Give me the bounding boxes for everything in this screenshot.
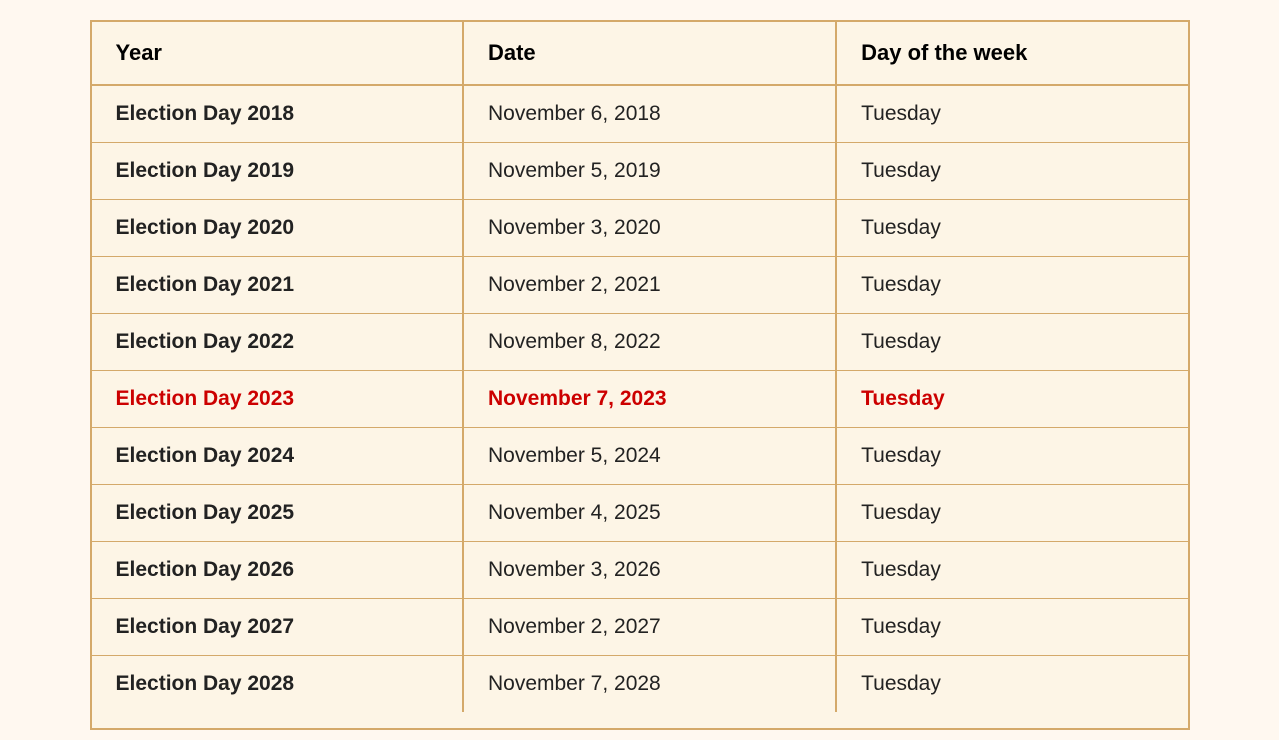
cell-year: Election Day 2019 (92, 143, 463, 200)
cell-date: November 2, 2021 (463, 257, 836, 314)
cell-day: Tuesday (836, 371, 1187, 428)
cell-day: Tuesday (836, 542, 1187, 599)
cell-year: Election Day 2023 (92, 371, 463, 428)
cell-year: Election Day 2024 (92, 428, 463, 485)
cell-day: Tuesday (836, 485, 1187, 542)
header-date: Date (463, 22, 836, 85)
cell-day: Tuesday (836, 314, 1187, 371)
header-day: Day of the week (836, 22, 1187, 85)
cell-year: Election Day 2021 (92, 257, 463, 314)
cell-year: Election Day 2025 (92, 485, 463, 542)
cell-date: November 7, 2023 (463, 371, 836, 428)
cell-day: Tuesday (836, 85, 1187, 143)
cell-year: Election Day 2028 (92, 656, 463, 713)
cell-date: November 6, 2018 (463, 85, 836, 143)
cell-year: Election Day 2027 (92, 599, 463, 656)
cell-day: Tuesday (836, 257, 1187, 314)
cell-date: November 2, 2027 (463, 599, 836, 656)
cell-day: Tuesday (836, 656, 1187, 713)
cell-year: Election Day 2026 (92, 542, 463, 599)
cell-date: November 5, 2024 (463, 428, 836, 485)
cell-day: Tuesday (836, 599, 1187, 656)
table-row: Election Day 2021November 2, 2021Tuesday (92, 257, 1188, 314)
cell-date: November 4, 2025 (463, 485, 836, 542)
cell-day: Tuesday (836, 200, 1187, 257)
election-table: Year Date Day of the week Election Day 2… (92, 22, 1188, 712)
table-row: Election Day 2026November 3, 2026Tuesday (92, 542, 1188, 599)
table-row: Election Day 2025November 4, 2025Tuesday (92, 485, 1188, 542)
table-row: Election Day 2023November 7, 2023Tuesday (92, 371, 1188, 428)
cell-year: Election Day 2022 (92, 314, 463, 371)
cell-date: November 3, 2026 (463, 542, 836, 599)
cell-day: Tuesday (836, 428, 1187, 485)
table-row: Election Day 2022November 8, 2022Tuesday (92, 314, 1188, 371)
table-row: Election Day 2018November 6, 2018Tuesday (92, 85, 1188, 143)
cell-date: November 3, 2020 (463, 200, 836, 257)
cell-year: Election Day 2018 (92, 85, 463, 143)
page-wrapper: Year Date Day of the week Election Day 2… (10, 10, 1269, 730)
table-row: Election Day 2027November 2, 2027Tuesday (92, 599, 1188, 656)
table-row: Election Day 2019November 5, 2019Tuesday (92, 143, 1188, 200)
header-year: Year (92, 22, 463, 85)
table-row: Election Day 2020November 3, 2020Tuesday (92, 200, 1188, 257)
cell-date: November 8, 2022 (463, 314, 836, 371)
table-row: Election Day 2024November 5, 2024Tuesday (92, 428, 1188, 485)
cell-day: Tuesday (836, 143, 1187, 200)
cell-date: November 5, 2019 (463, 143, 836, 200)
table-row: Election Day 2028November 7, 2028Tuesday (92, 656, 1188, 713)
table-header-row: Year Date Day of the week (92, 22, 1188, 85)
cell-year: Election Day 2020 (92, 200, 463, 257)
cell-date: November 7, 2028 (463, 656, 836, 713)
table-container: Year Date Day of the week Election Day 2… (90, 20, 1190, 730)
